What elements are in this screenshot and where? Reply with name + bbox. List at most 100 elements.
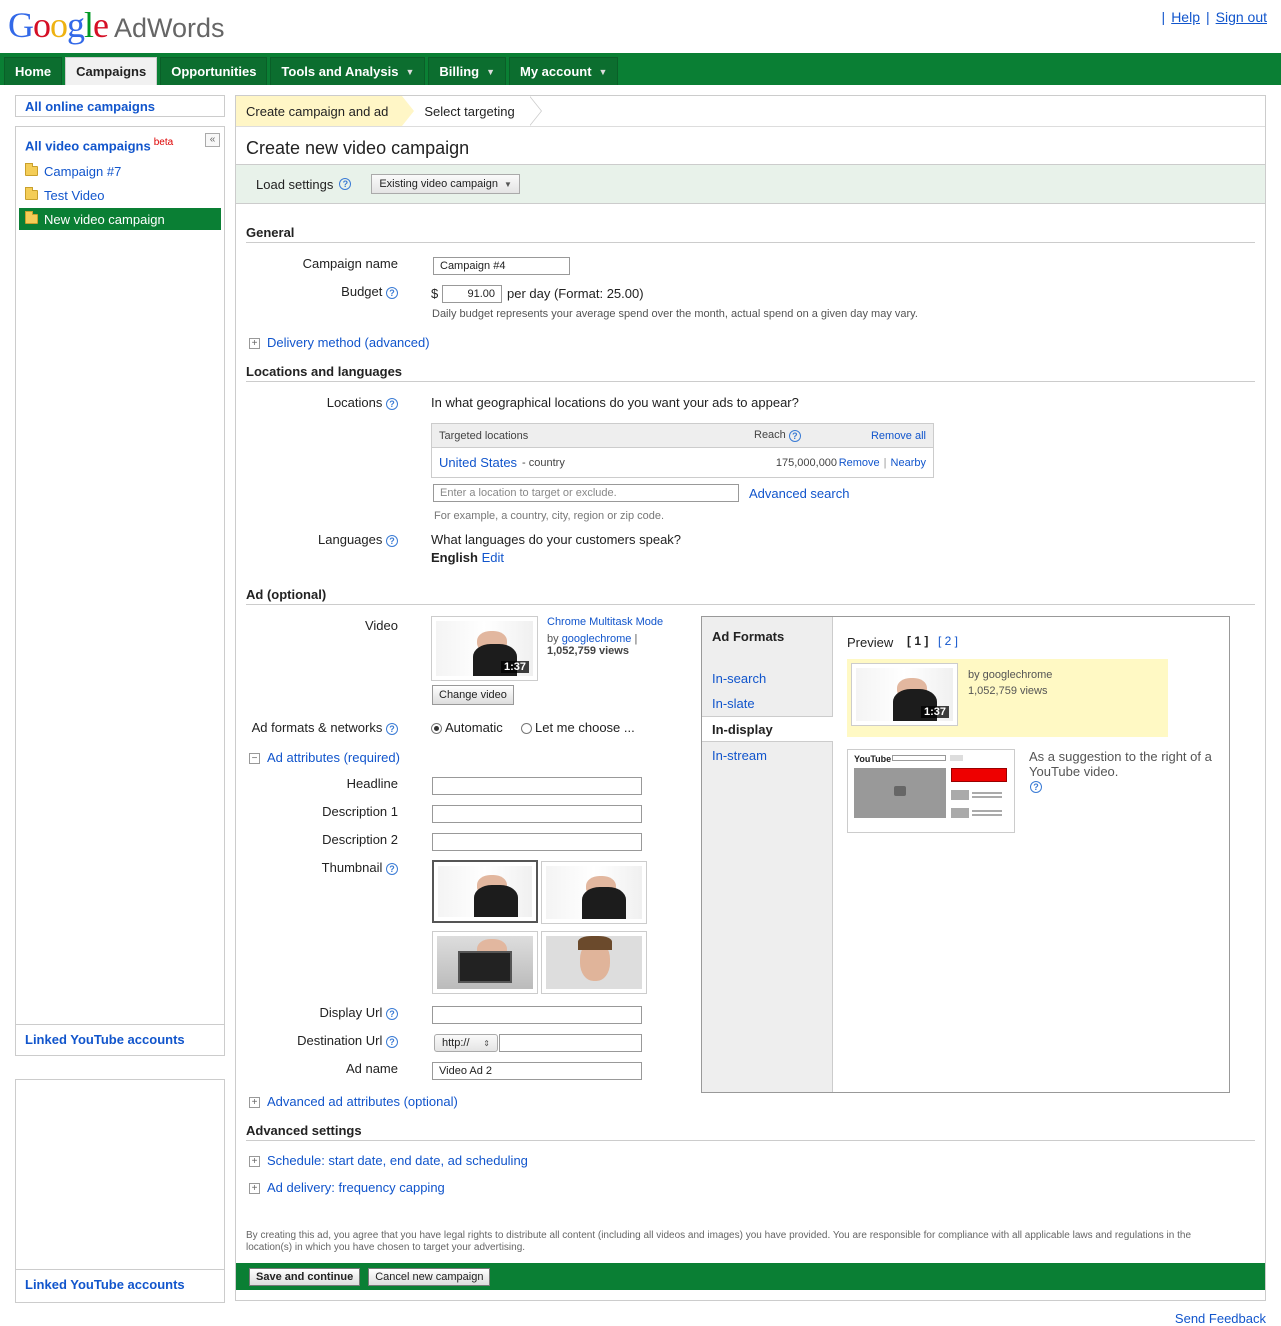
thumbnail-option-1[interactable] <box>432 860 538 923</box>
adwords-logo[interactable]: Google AdWords <box>8 4 225 45</box>
linked-youtube-accounts-link[interactable]: Linked YouTube accounts <box>25 1032 185 1047</box>
preview-card: 1:37 by googlechrome 1,052,759 views <box>847 659 1168 737</box>
schedule-toggle[interactable]: + Schedule: start date, end date, ad sche… <box>249 1153 528 1168</box>
delivery-method-toggle[interactable]: + Delivery method (advanced) <box>249 335 430 350</box>
advanced-search-link[interactable]: Advanced search <box>749 486 849 501</box>
video-player-mock <box>854 768 946 818</box>
help-icon[interactable]: ? <box>386 862 398 875</box>
format-in-stream[interactable]: In-stream <box>712 748 767 763</box>
description1-input[interactable] <box>432 805 642 823</box>
advanced-ad-attributes-link[interactable]: Advanced ad attributes (optional) <box>267 1094 458 1109</box>
folder-icon <box>25 163 38 176</box>
ad-attributes-toggle[interactable]: − Ad attributes (required) <box>249 750 400 765</box>
tab-tools-and-analysis[interactable]: Tools and Analysis ▼ <box>270 57 426 85</box>
ad-name-input[interactable]: Video Ad 2 <box>432 1062 642 1080</box>
help-icon[interactable]: ? <box>386 722 398 735</box>
preview-duration: 1:37 <box>920 706 949 718</box>
linked-youtube-accounts-2[interactable]: Linked YouTube accounts <box>16 1269 224 1302</box>
all-video-campaigns[interactable]: All video campaigns beta <box>25 137 173 153</box>
ad-attributes-link[interactable]: Ad attributes (required) <box>267 750 400 765</box>
format-in-display[interactable]: In-display <box>702 716 833 742</box>
help-icon[interactable]: ? <box>339 178 352 190</box>
all-online-campaigns[interactable]: All online campaigns <box>15 95 225 117</box>
video-title-link[interactable]: Chrome Multitask Mode <box>547 616 663 628</box>
campaign-name-input[interactable]: Campaign #4 <box>433 257 570 275</box>
format-in-slate[interactable]: In-slate <box>712 696 755 711</box>
tab-my-account[interactable]: My account ▼ <box>509 57 619 85</box>
cancel-new-campaign-button[interactable]: Cancel new campaign <box>368 1267 491 1286</box>
frequency-capping-link[interactable]: Ad delivery: frequency capping <box>267 1180 445 1195</box>
all-video-campaigns-link[interactable]: All video campaigns <box>25 138 151 153</box>
frequency-capping-toggle[interactable]: + Ad delivery: frequency capping <box>249 1180 445 1195</box>
formats-label: Ad formats & networks ? <box>238 720 398 735</box>
help-icon[interactable]: ? <box>386 1035 398 1048</box>
tab-opportunities[interactable]: Opportunities <box>160 57 268 85</box>
legal-notice: By creating this ad, you agree that you … <box>246 1230 1192 1253</box>
chevron-down-icon: ▼ <box>486 66 496 77</box>
collapse-sidebar-icon[interactable]: « <box>205 133 220 147</box>
sidebar-item-campaign-7[interactable]: Campaign #7 <box>19 160 221 182</box>
help-icon[interactable]: ? <box>386 286 398 299</box>
edit-language-link[interactable]: Edit <box>482 550 504 565</box>
page-title: Create new video campaign <box>246 138 470 158</box>
linked-youtube-accounts-link-2[interactable]: Linked YouTube accounts <box>25 1277 185 1292</box>
sidebar-item-test-video[interactable]: Test Video <box>19 184 221 206</box>
help-icon[interactable]: ? <box>788 429 801 442</box>
video-views: 1,052,759 views <box>547 645 629 657</box>
load-settings-dropdown[interactable]: Existing video campaign ▼ <box>371 174 520 194</box>
format-in-search[interactable]: In-search <box>712 671 766 686</box>
sidebar-item-new-video-campaign[interactable]: New video campaign <box>19 208 221 230</box>
thumbnail-option-4[interactable] <box>541 931 647 994</box>
linked-youtube-accounts[interactable]: Linked YouTube accounts <box>16 1024 224 1054</box>
ad-formats-heading: Ad Formats <box>712 629 785 644</box>
location-name-link[interactable]: United States <box>439 455 517 470</box>
protocol-select[interactable]: http://⇕ <box>434 1034 498 1052</box>
advanced-ad-attributes-toggle[interactable]: + Advanced ad attributes (optional) <box>249 1094 458 1109</box>
thumbnail-option-3[interactable] <box>432 931 538 994</box>
preview-page-2[interactable]: [ 2 ] <box>938 634 958 648</box>
budget-input[interactable]: 91.00 <box>442 285 502 303</box>
currency-symbol: $ <box>431 286 439 301</box>
let-me-choose-radio[interactable]: Let me choose ... <box>521 720 635 735</box>
nearby-link[interactable]: Nearby <box>891 457 926 469</box>
budget-label: Budget ? <box>238 284 398 299</box>
channel-link[interactable]: googlechrome <box>562 633 632 645</box>
destination-url-label: Destination Url ? <box>238 1033 398 1048</box>
change-video-button[interactable]: Change video <box>432 685 514 705</box>
tab-campaigns[interactable]: Campaigns <box>65 57 158 85</box>
destination-url-input[interactable] <box>499 1034 642 1052</box>
thumbnail-option-2[interactable] <box>541 861 647 924</box>
advanced-settings-heading: Advanced settings <box>246 1123 1255 1141</box>
help-icon[interactable]: ? <box>386 534 398 547</box>
automatic-radio[interactable]: Automatic <box>431 720 503 735</box>
location-input[interactable]: Enter a location to target or exclude. <box>433 484 739 502</box>
preview-thumbnail[interactable]: 1:37 <box>851 663 958 726</box>
headline-input[interactable] <box>432 777 642 795</box>
step-select-targeting: Select targeting <box>402 96 528 126</box>
tab-home[interactable]: Home <box>4 57 63 85</box>
help-icon[interactable]: ? <box>386 1007 398 1020</box>
save-and-continue-button[interactable]: Save and continue <box>249 1267 361 1286</box>
tab-billing[interactable]: Billing ▼ <box>428 57 507 85</box>
expand-icon: + <box>249 1156 260 1168</box>
general-heading: General <box>246 225 1255 243</box>
ad-name-label: Ad name <box>345 1061 398 1076</box>
preview-views: 1,052,759 views <box>968 685 1048 697</box>
secondary-panel: Linked YouTube accounts <box>15 1079 225 1303</box>
help-icon[interactable]: ? <box>1030 781 1042 793</box>
signout-link[interactable]: Sign out <box>1216 9 1267 25</box>
help-link[interactable]: Help <box>1171 9 1200 25</box>
help-icon[interactable]: ? <box>386 397 398 410</box>
description2-input[interactable] <box>432 833 642 851</box>
beta-badge: beta <box>153 137 174 148</box>
send-feedback-link[interactable]: Send Feedback <box>1175 1311 1266 1326</box>
remove-link[interactable]: Remove <box>839 457 880 469</box>
preview-page-1[interactable]: [ 1 ] <box>907 634 928 648</box>
schedule-link[interactable]: Schedule: start date, end date, ad sched… <box>267 1153 528 1168</box>
delivery-method-link[interactable]: Delivery method (advanced) <box>267 335 430 350</box>
language-value: English <box>431 550 478 565</box>
display-url-input[interactable] <box>432 1006 642 1024</box>
video-thumbnail[interactable]: 1:37 <box>431 616 538 681</box>
remove-all-link[interactable]: Remove all <box>871 430 926 442</box>
all-online-campaigns-link[interactable]: All online campaigns <box>25 99 155 114</box>
